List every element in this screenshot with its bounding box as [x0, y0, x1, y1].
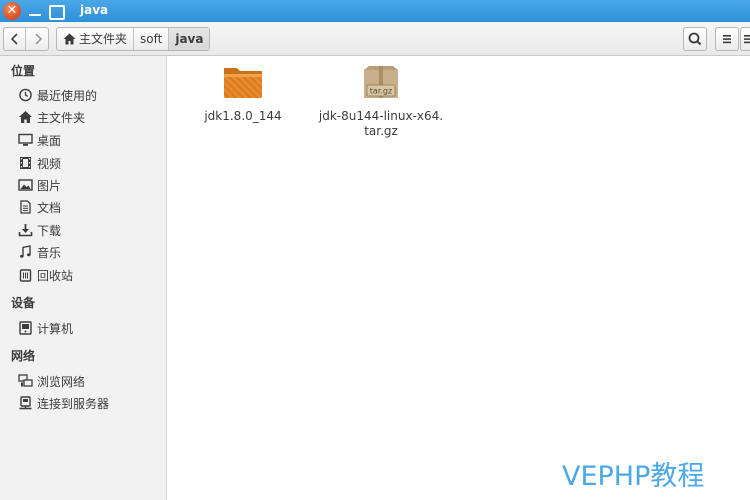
sidebar-item-trash[interactable]: 回收站 — [18, 266, 73, 284]
sidebar-item-computer[interactable]: 计算机 — [18, 319, 73, 337]
sidebar-item-label: 计算机 — [37, 321, 74, 336]
computer-icon — [19, 321, 32, 335]
back-button[interactable] — [4, 28, 26, 50]
hamburger-menu-icon — [723, 35, 731, 44]
file-name-line2: tar.gz — [364, 124, 398, 138]
chevron-right-icon — [35, 33, 43, 45]
devices-header: 设备 — [11, 296, 36, 310]
places-header: 位置 — [11, 64, 36, 78]
network-header: 网络 — [11, 349, 36, 363]
folder-icon — [224, 68, 262, 98]
sidebar-item-label: 文档 — [37, 200, 62, 215]
toolbar: 主文件夹 soft java — [0, 22, 750, 56]
sidebar-item-browse-network[interactable]: 浏览网络 — [18, 372, 85, 390]
sidebar-item-label: 连接到服务器 — [37, 396, 110, 411]
home-icon — [63, 33, 76, 45]
file-view: jdk1.8.0_144 tar.gz jdk-8u144-linux-x64.… — [168, 56, 750, 500]
sidebar-item-label: 浏览网络 — [37, 374, 86, 389]
sidebar-item-documents[interactable]: 文档 — [18, 198, 61, 216]
window-title: java — [80, 3, 109, 17]
film-icon — [20, 157, 31, 169]
close-window-button[interactable]: ✕ — [3, 2, 21, 20]
breadcrumb-soft[interactable]: soft — [134, 28, 170, 50]
sidebar-item-recent[interactable]: 最近使用的 — [18, 86, 97, 104]
sidebar-item-label: 主文件夹 — [37, 110, 86, 125]
breadcrumb-home-label: 主文件夹 — [79, 32, 128, 46]
file-item-archive[interactable]: tar.gz jdk-8u144-linux-x64. tar.gz — [314, 64, 448, 139]
sidebar-item-label: 图片 — [37, 178, 62, 193]
watermark: VEPHP教程 — [562, 461, 705, 492]
sidebar-item-desktop[interactable]: 桌面 — [18, 131, 61, 149]
breadcrumb-home[interactable]: 主文件夹 — [57, 28, 135, 50]
music-note-icon — [20, 245, 31, 258]
sidebar-item-music[interactable]: 音乐 — [18, 243, 61, 261]
overflow-button[interactable] — [740, 27, 750, 51]
network-icon — [18, 374, 33, 387]
document-icon — [20, 200, 31, 214]
forward-button[interactable] — [27, 28, 49, 50]
picture-icon — [18, 179, 33, 191]
sidebar-item-home[interactable]: 主文件夹 — [18, 108, 85, 126]
sidebar-item-label: 桌面 — [37, 133, 62, 148]
sidebar-item-pictures[interactable]: 图片 — [18, 176, 61, 194]
search-button[interactable] — [683, 27, 707, 51]
sidebar-item-label: 回收站 — [37, 268, 74, 283]
file-name-line1: jdk-8u144-linux-x64. — [318, 109, 444, 123]
download-icon — [18, 224, 33, 237]
archive-icon: tar.gz — [364, 66, 398, 98]
trash-icon — [19, 269, 32, 282]
menu-button[interactable] — [715, 27, 739, 51]
sidebar-item-label: 下载 — [37, 223, 62, 238]
breadcrumb-java[interactable]: java — [169, 28, 210, 50]
navigation-buttons — [3, 27, 49, 51]
sidebar: 位置 最近使用的 主文件夹 桌面 视频 图片 文档 下载 音乐 回收站 设备 计… — [0, 56, 167, 500]
home-icon — [19, 111, 32, 123]
server-icon — [19, 396, 32, 410]
chevron-left-icon — [10, 33, 18, 45]
maximize-window-button[interactable] — [46, 2, 65, 20]
archive-icon-label: tar.gz — [370, 87, 392, 96]
clock-icon — [19, 88, 32, 102]
file-name: jdk1.8.0_144 — [204, 109, 282, 123]
minimize-window-button[interactable] — [26, 2, 44, 20]
breadcrumb: 主文件夹 soft java — [56, 27, 211, 51]
desktop-icon — [18, 133, 33, 146]
grid-icon — [744, 35, 750, 44]
title-bar: ✕ java — [0, 0, 750, 22]
file-item-folder[interactable]: jdk1.8.0_144 — [198, 64, 288, 124]
sidebar-item-videos[interactable]: 视频 — [18, 154, 61, 172]
search-icon — [688, 32, 702, 46]
sidebar-item-downloads[interactable]: 下载 — [18, 221, 61, 239]
sidebar-item-label: 视频 — [37, 156, 62, 171]
sidebar-item-label: 音乐 — [37, 245, 62, 260]
sidebar-item-label: 最近使用的 — [37, 88, 98, 103]
sidebar-item-connect-server[interactable]: 连接到服务器 — [18, 394, 109, 412]
